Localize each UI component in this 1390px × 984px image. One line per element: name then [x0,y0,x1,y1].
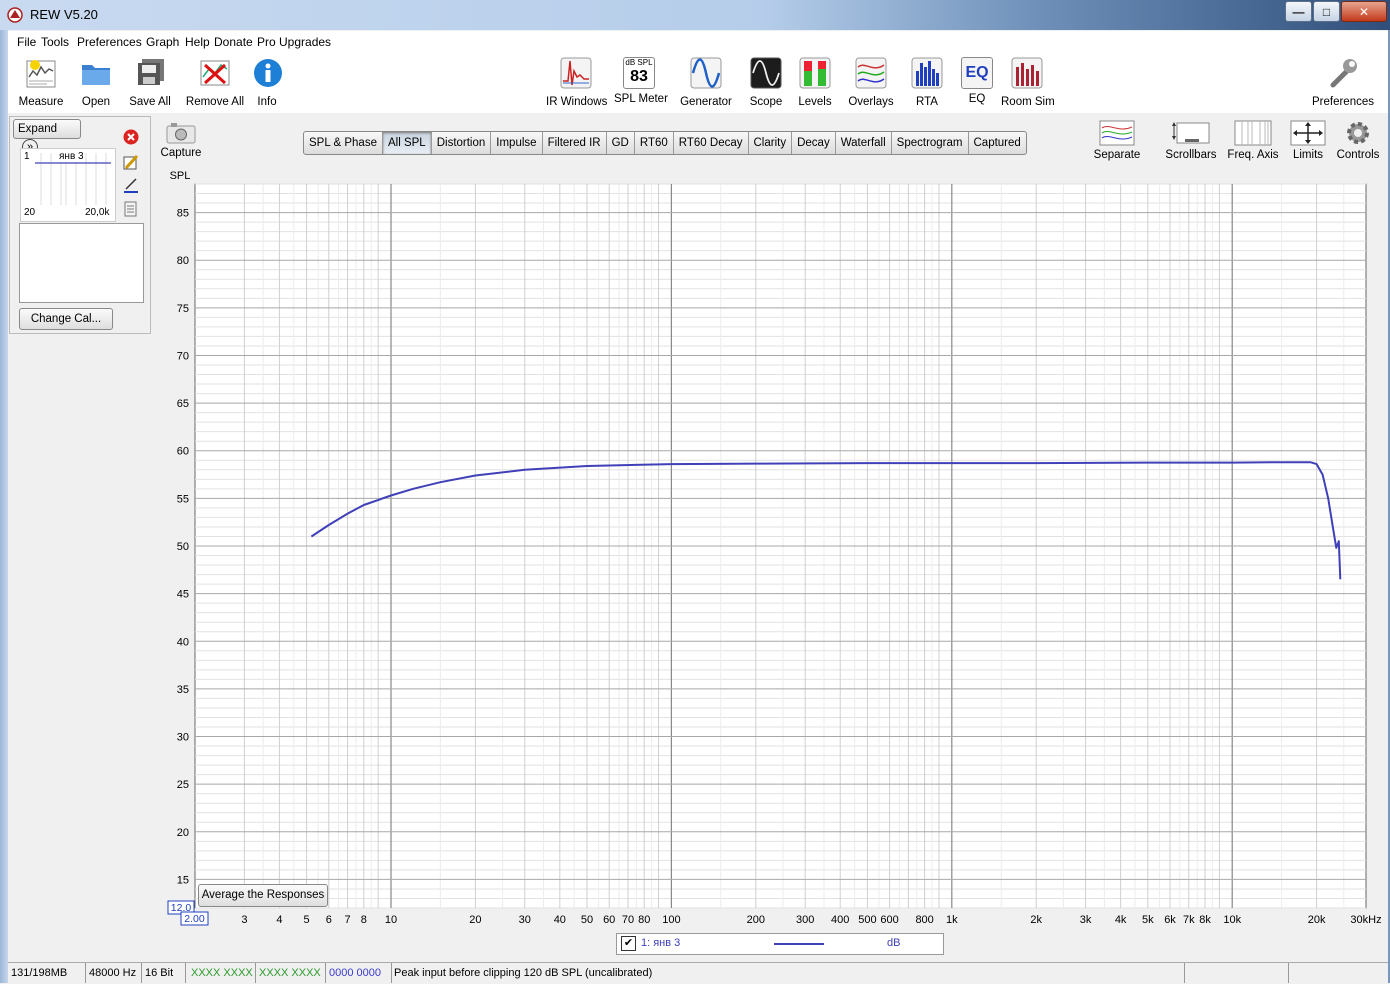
y-tick-label: 50 [177,541,189,553]
x-tick-label: 500 [858,914,876,926]
x-tick-label: 70 [622,914,634,926]
x-min-value: 2.00 [184,913,205,925]
x-tick-label: 800 [915,914,933,926]
x-tick-label: 10k [1223,914,1241,926]
y-tick-label: 25 [177,779,189,791]
x-tick-label: 4 [276,914,282,926]
status-memory: 131/198MB [8,963,86,983]
x-tick-label: 8 [361,914,367,926]
x-tick-label: 30kHz [1350,914,1381,926]
x-tick-label: 400 [831,914,849,926]
status-sample-rate: 48000 Hz [86,963,142,983]
x-tick-label: 10 [385,914,397,926]
spl-chart[interactable]: 1520253035404550556065707580853 4 5 6 7 8 10 20… [0,0,1390,962]
x-tick-label: 20k [1308,914,1326,926]
x-tick-label: 3k [1080,914,1092,926]
x-tick-label: 6 [326,914,332,926]
graph-legend: ✔ 1: янв 3 dB [616,933,944,955]
y-tick-label: 85 [177,208,189,220]
x-tick-label: 20 [469,914,481,926]
status-meter-blue: 0000 0000 [326,963,392,983]
status-cell-empty-1 [1185,963,1289,983]
legend-series-name: 1: янв 3 [641,937,681,949]
y-tick-label: 70 [177,350,189,362]
x-tick-label: 2k [1030,914,1042,926]
legend-line-swatch [774,943,824,945]
x-tick-label: 60 [603,914,615,926]
legend-unit: dB [887,937,901,949]
y-tick-label: 65 [177,398,189,410]
y-tick-label: 30 [177,732,189,744]
x-tick-label: 7k [1183,914,1195,926]
x-tick-label: 40 [554,914,566,926]
x-tick-label: 6k [1164,914,1176,926]
x-tick-label: 600 [880,914,898,926]
x-tick-label: 30 [519,914,531,926]
y-tick-label: 40 [177,636,189,648]
y-tick-label: 20 [177,827,189,839]
y-axis-label: SPL [170,170,191,182]
x-tick-label: 3 [241,914,247,926]
legend-checkbox[interactable]: ✔ [621,936,636,951]
x-tick-label: 7 [344,914,350,926]
y-tick-label: 45 [177,589,189,601]
x-tick-label: 80 [638,914,650,926]
y-tick-label: 75 [177,303,189,315]
status-bar: 131/198MB 48000 Hz 16 Bit XXXX XXXX XXXX… [8,962,1388,984]
y-tick-label: 60 [177,446,189,458]
status-message: Peak input before clipping 120 dB SPL (u… [391,963,1185,983]
x-tick-label: 300 [796,914,814,926]
x-tick-label: 8k [1199,914,1211,926]
status-meter-green-2: XXXX XXXX [256,963,326,983]
y-tick-label: 15 [177,874,189,886]
average-responses-button[interactable]: Average the Responses [198,884,328,907]
x-tick-label: 4k [1115,914,1127,926]
x-tick-label: 1k [946,914,958,926]
x-tick-label: 5 [304,914,310,926]
status-meter-green: XXXX XXXX [188,963,256,983]
x-tick-label: 100 [662,914,680,926]
y-tick-label: 80 [177,255,189,267]
x-tick-label: 50 [581,914,593,926]
y-tick-label: 55 [177,493,189,505]
x-tick-label: 5k [1142,914,1154,926]
y-tick-label: 35 [177,684,189,696]
status-bits: 16 Bit [142,963,186,983]
x-tick-label: 200 [747,914,765,926]
